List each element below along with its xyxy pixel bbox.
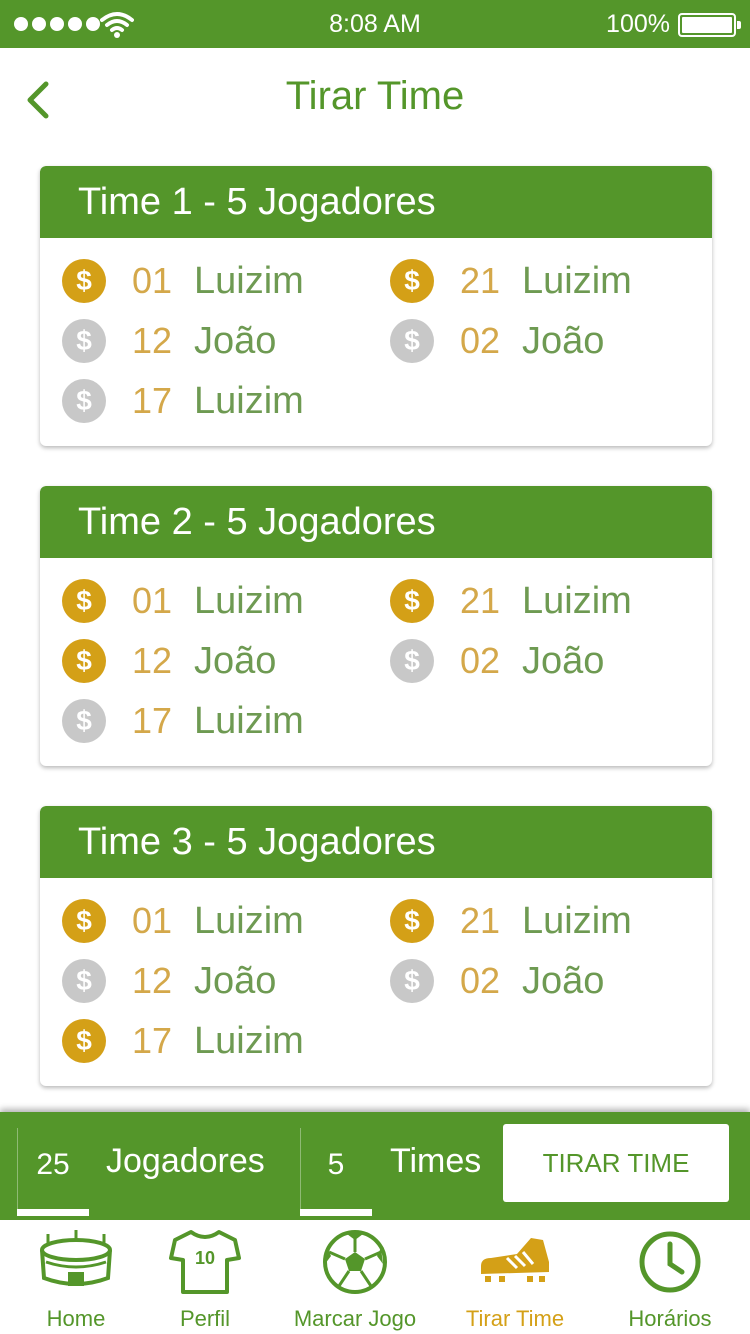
unpaid-coin-icon: $ [390,639,434,683]
battery-icon [678,13,741,37]
tab-tirar-time[interactable]: Tirar Time [460,1220,570,1334]
player-name: João [522,319,605,362]
tab-horarios[interactable]: Horários [620,1220,720,1334]
soccer-ball-icon [323,1230,387,1294]
player-name: João [194,639,277,682]
team-title: Time 3 - 5 Jogadores [40,806,712,878]
player-row[interactable]: $02 João [390,636,604,686]
player-number: 01 [132,580,173,621]
cleat-icon [481,1238,549,1282]
player-name: Luizim [194,1019,304,1062]
teams-count-field[interactable]: 5 [300,1128,372,1216]
player-number: 01 [132,260,173,301]
jersey-icon: 10 [169,1230,241,1294]
team-title: Time 2 - 5 Jogadores [40,486,712,558]
players-count-field[interactable]: 25 [17,1128,89,1216]
tab-label: Horários [628,1306,712,1331]
player-number: 12 [132,320,173,361]
player-row[interactable]: $01 Luizim [62,896,304,946]
player-row[interactable]: $12 João [62,956,276,1006]
tab-label: Perfil [179,1306,231,1331]
player-row[interactable]: $02 João [390,956,604,1006]
player-name: João [522,959,605,1002]
team-draw-bar: 25 Jogadores 5 Times TIRAR TIME [0,1112,750,1220]
player-name: Luizim [522,579,632,622]
unpaid-coin-icon: $ [62,379,106,423]
tab-label: Home [46,1306,106,1331]
tab-home[interactable]: Home [36,1220,116,1334]
paid-coin-icon: $ [62,259,106,303]
player-name: Luizim [194,259,304,302]
paid-coin-icon: $ [62,639,106,683]
stadium-icon [40,1230,112,1286]
unpaid-coin-icon: $ [62,959,106,1003]
paid-coin-icon: $ [390,579,434,623]
player-name: João [522,639,605,682]
player-number: 02 [460,960,501,1001]
player-number: 21 [460,260,501,301]
team-list: Time 1 - 5 Jogadores $01 Luizim $21 Luizim $… [40,166,712,1126]
player-number: 12 [132,960,173,1001]
player-list: $01 Luizim $21 Luizim $12 João $02 João $17 Luizi… [40,238,712,446]
player-row[interactable]: $17 Luizim [62,376,304,426]
player-name: Luizim [194,699,304,742]
player-row[interactable]: $02 João [390,316,604,366]
player-number: 12 [132,640,173,681]
unpaid-coin-icon: $ [390,959,434,1003]
player-name: João [194,319,277,362]
unpaid-coin-icon: $ [62,319,106,363]
player-name: Luizim [194,899,304,942]
tirar-time-button[interactable]: TIRAR TIME [503,1124,729,1202]
player-name: Luizim [522,899,632,942]
player-row[interactable]: $01 Luizim [62,256,304,306]
player-number: 02 [460,320,501,361]
player-row[interactable]: $17 Luizim [62,1016,304,1066]
player-number: 21 [460,580,501,621]
player-number: 02 [460,640,501,681]
tab-marcar-jogo[interactable]: Marcar Jogo [290,1220,420,1334]
tab-perfil[interactable]: 10 Perfil [165,1220,245,1334]
battery-percentage: 100% [606,10,670,38]
paid-coin-icon: $ [62,579,106,623]
team-card: Time 2 - 5 Jogadores $01 Luizim $21 Luizim $… [40,486,712,766]
unpaid-coin-icon: $ [390,319,434,363]
player-number: 21 [460,900,501,941]
team-card: Time 1 - 5 Jogadores $01 Luizim $21 Luizim $… [40,166,712,446]
unpaid-coin-icon: $ [62,699,106,743]
player-row[interactable]: $12 João [62,636,276,686]
player-number: 01 [132,900,173,941]
svg-text:10: 10 [195,1248,215,1268]
player-list: $01 Luizim $21 Luizim $12 João $02 João $17 Luizi… [40,558,712,766]
player-row[interactable]: $17 Luizim [62,696,304,746]
paid-coin-icon: $ [390,259,434,303]
player-row[interactable]: $01 Luizim [62,576,304,626]
player-number: 17 [132,700,173,741]
player-number: 17 [132,1020,173,1061]
paid-coin-icon: $ [62,899,106,943]
player-row[interactable]: $21 Luizim [390,576,632,626]
teams-label: Times [390,1142,482,1180]
player-row[interactable]: $21 Luizim [390,256,632,306]
player-row[interactable]: $12 João [62,316,276,366]
player-row[interactable]: $21 Luizim [390,896,632,946]
paid-coin-icon: $ [62,1019,106,1063]
players-label: Jogadores [106,1142,265,1180]
status-bar: 8:08 AM 100% [0,0,750,48]
tab-bar: Home 10 Perfil Marcar Jogo Tirar Time Ho… [0,1220,750,1334]
player-name: Luizim [522,259,632,302]
player-name: Luizim [194,379,304,422]
paid-coin-icon: $ [390,899,434,943]
clock-icon [639,1231,701,1293]
team-card: Time 3 - 5 Jogadores $01 Luizim $21 Luizim $… [40,806,712,1086]
player-name: João [194,959,277,1002]
player-number: 17 [132,380,173,421]
tab-label: Marcar Jogo [293,1306,417,1331]
tab-label: Tirar Time [465,1306,565,1331]
page-title: Tirar Time [285,74,465,118]
player-name: Luizim [194,579,304,622]
player-list: $01 Luizim $21 Luizim $12 João $02 João $17 Luizi… [40,878,712,1086]
team-title: Time 1 - 5 Jogadores [40,166,712,238]
